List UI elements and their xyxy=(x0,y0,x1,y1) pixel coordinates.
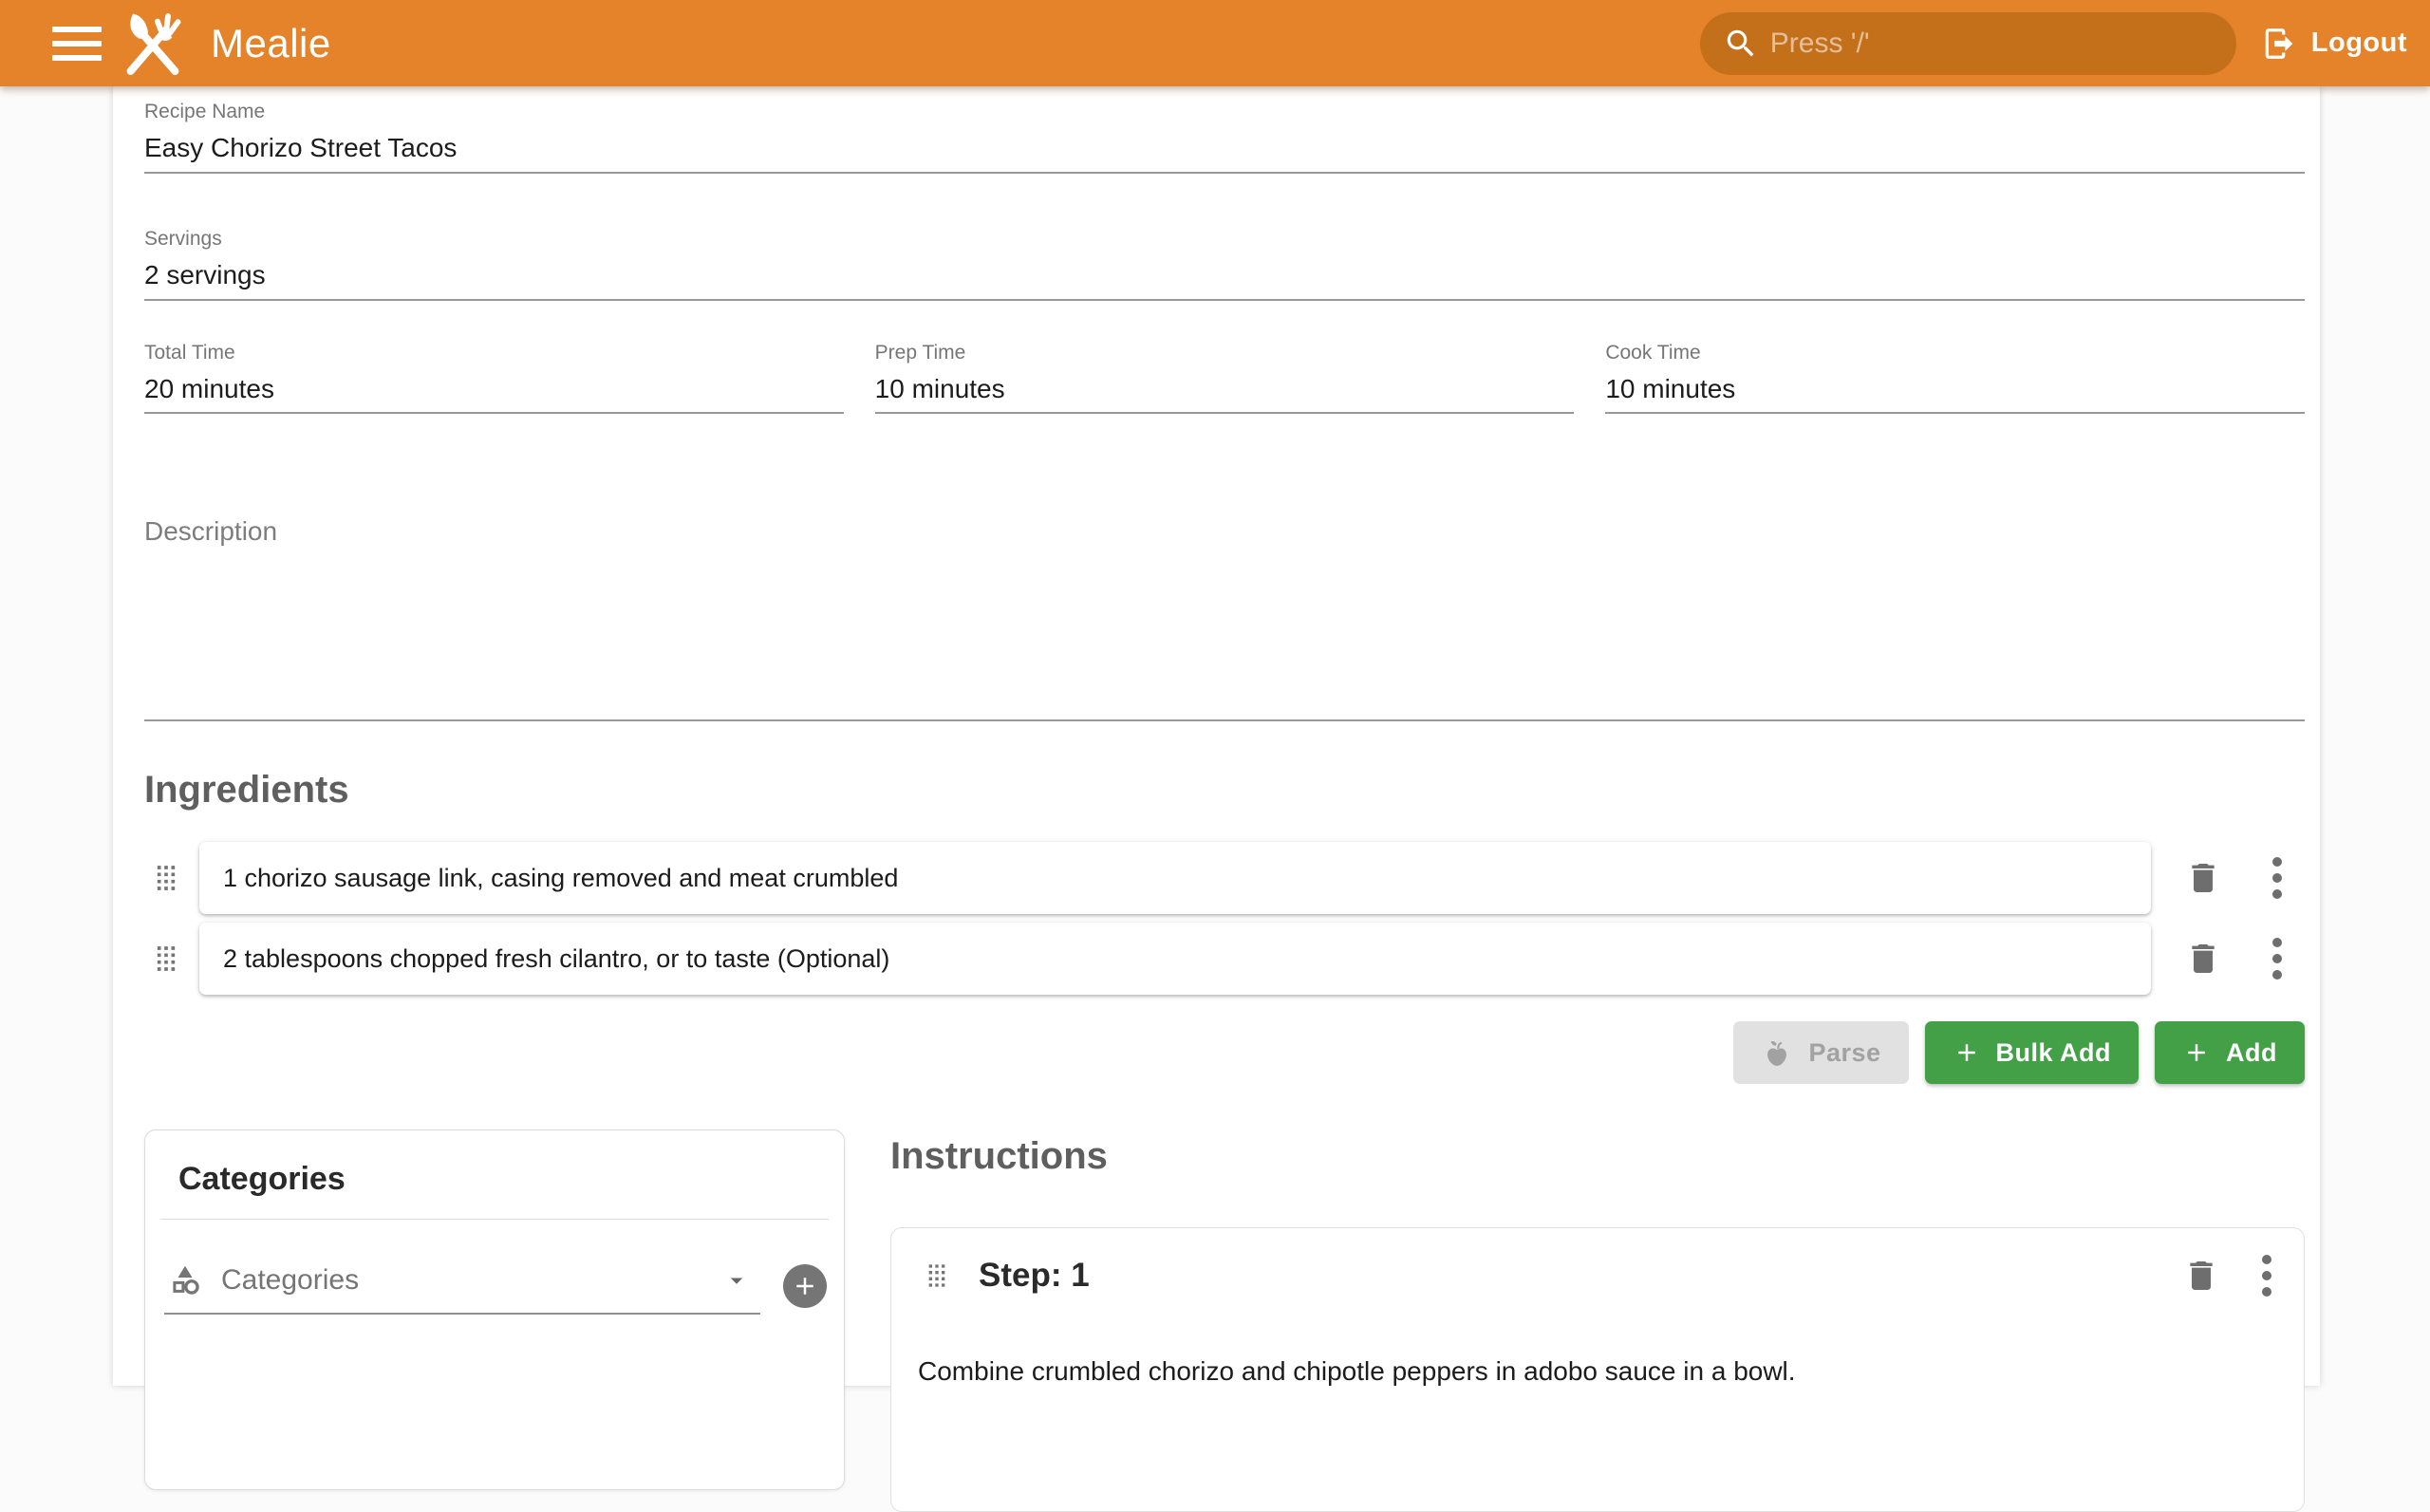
kebab-icon xyxy=(2272,857,2282,899)
ingredient-actions: Parse Bulk Add Add xyxy=(144,1021,2305,1084)
ingredient-menu-button[interactable] xyxy=(2250,857,2305,899)
parse-button[interactable]: Parse xyxy=(1733,1021,1908,1084)
instructions-section: Instructions Step: 1 Combine crumbled ch… xyxy=(890,1129,2305,1512)
step-menu-button[interactable] xyxy=(2262,1255,2271,1297)
ingredient-row: 1 chorizo sausage link, casing removed a… xyxy=(144,842,2305,914)
logout-button[interactable]: Logout xyxy=(2261,26,2407,62)
prep-time-label: Prep Time xyxy=(875,341,1575,364)
instructions-heading: Instructions xyxy=(890,1135,2305,1178)
bulk-add-label: Bulk Add xyxy=(1996,1038,2112,1068)
ingredient-input[interactable]: 1 chorizo sausage link, casing removed a… xyxy=(199,842,2151,914)
servings-input[interactable]: 2 servings xyxy=(144,259,2305,291)
ingredients-heading: Ingredients xyxy=(144,769,2305,812)
search-icon xyxy=(1723,26,1759,62)
step-text-input[interactable]: Combine crumbled chorizo and chipotle pe… xyxy=(918,1352,2271,1391)
prep-time-input[interactable]: 10 minutes xyxy=(875,373,1575,405)
shapes-icon xyxy=(168,1263,202,1297)
divider xyxy=(160,1219,829,1220)
kebab-icon xyxy=(2262,1255,2271,1297)
add-label: Add xyxy=(2226,1038,2277,1068)
app-bar: Mealie Logout xyxy=(0,0,2430,86)
kebab-icon xyxy=(2272,938,2282,980)
recipe-editor-card: Recipe Name Easy Chorizo Street Tacos Se… xyxy=(113,86,2320,1386)
total-time-field[interactable]: Total Time 20 minutes xyxy=(144,341,844,415)
servings-field[interactable]: Servings 2 servings xyxy=(144,227,2305,301)
total-time-input[interactable]: 20 minutes xyxy=(144,373,844,405)
apple-icon xyxy=(1761,1036,1793,1069)
hamburger-menu-icon[interactable] xyxy=(52,18,103,69)
prep-time-field[interactable]: Prep Time 10 minutes xyxy=(875,341,1575,415)
cook-time-input[interactable]: 10 minutes xyxy=(1605,373,2305,405)
total-time-label: Total Time xyxy=(144,341,844,364)
ingredient-menu-button[interactable] xyxy=(2250,938,2305,980)
search-input[interactable] xyxy=(1770,28,2215,60)
add-button[interactable]: Add xyxy=(2155,1021,2305,1084)
plus-icon xyxy=(791,1272,819,1300)
step-title: Step: 1 xyxy=(979,1257,1090,1295)
logout-icon xyxy=(2261,26,2297,62)
instruction-step-card: Step: 1 Combine crumbled chorizo and chi… xyxy=(890,1227,2305,1512)
drag-handle-icon[interactable] xyxy=(133,857,199,899)
recipe-name-input[interactable]: Easy Chorizo Street Tacos xyxy=(144,132,2305,164)
trash-icon xyxy=(2184,940,2222,978)
categories-card: Categories Categories xyxy=(144,1129,845,1490)
drag-handle-icon[interactable] xyxy=(918,1257,956,1295)
categories-card-title: Categories xyxy=(145,1130,844,1219)
description-label: Description xyxy=(144,516,2305,547)
drag-handle-icon[interactable] xyxy=(133,938,199,980)
bulk-add-button[interactable]: Bulk Add xyxy=(1925,1021,2140,1084)
delete-ingredient-button[interactable] xyxy=(2168,940,2238,978)
search-input-container[interactable] xyxy=(1700,12,2236,75)
ingredient-row: 2 tablespoons chopped fresh cilantro, or… xyxy=(144,923,2305,995)
plus-icon xyxy=(1953,1038,1981,1067)
cook-time-label: Cook Time xyxy=(1605,341,2305,364)
ingredient-list: 1 chorizo sausage link, casing removed a… xyxy=(144,842,2305,995)
ingredient-input[interactable]: 2 tablespoons chopped fresh cilantro, or… xyxy=(199,923,2151,995)
categories-select-label: Categories xyxy=(221,1264,359,1297)
recipe-name-label: Recipe Name xyxy=(144,100,2305,123)
delete-ingredient-button[interactable] xyxy=(2168,859,2238,897)
cook-time-field[interactable]: Cook Time 10 minutes xyxy=(1605,341,2305,415)
servings-label: Servings xyxy=(144,227,2305,251)
time-fields-row: Total Time 20 minutes Prep Time 10 minut… xyxy=(144,341,2305,415)
logout-label: Logout xyxy=(2311,28,2407,59)
trash-icon xyxy=(2182,1257,2220,1295)
recipe-name-field[interactable]: Recipe Name Easy Chorizo Street Tacos xyxy=(144,100,2305,174)
delete-step-button[interactable] xyxy=(2182,1257,2220,1295)
add-category-button[interactable] xyxy=(783,1264,827,1308)
parse-label: Parse xyxy=(1808,1038,1880,1068)
app-title: Mealie xyxy=(211,21,331,66)
mealie-logo-icon xyxy=(118,9,188,79)
trash-icon xyxy=(2184,859,2222,897)
chevron-down-icon xyxy=(722,1266,751,1295)
description-field[interactable]: Description xyxy=(144,516,2305,721)
categories-select[interactable]: Categories xyxy=(164,1258,760,1315)
plus-icon xyxy=(2182,1038,2211,1067)
